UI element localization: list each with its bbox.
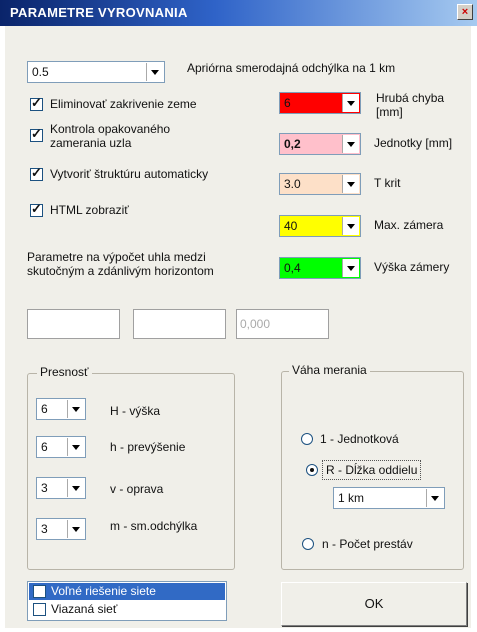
precision-dh-combo[interactable]: 6 xyxy=(36,436,86,458)
precision-v-label: v - oprava xyxy=(110,482,164,496)
checkbox-html[interactable] xyxy=(30,201,43,217)
checkbox-curvature-label: Eliminovať zakrivenie zeme xyxy=(50,97,197,111)
angle-field-2[interactable] xyxy=(133,309,226,339)
list-item-free-network[interactable]: Voľné riešenie siete xyxy=(29,583,225,600)
solution-listbox[interactable]: Voľné riešenie siete Viazaná sieť xyxy=(27,581,227,621)
presnost-title: Presnosť xyxy=(37,365,92,379)
apriori-label: Apriórna smerodajná odchýlka na 1 km xyxy=(187,61,396,75)
apriori-value: 0.5 xyxy=(32,65,49,79)
radio-section-length-label: R - Dĺžka oddielu xyxy=(322,460,422,480)
close-icon[interactable]: × xyxy=(457,4,473,20)
list-item-bound-network-label: Viazaná sieť xyxy=(51,602,118,616)
list-item-free-network-label: Voľné riešenie siete xyxy=(51,584,156,598)
chevron-down-icon[interactable] xyxy=(146,63,163,81)
gross-error-label: Hrubá chyba [mm] xyxy=(376,91,445,119)
gross-error-value: 6 xyxy=(284,96,291,110)
sight-height-value: 0,4 xyxy=(284,261,301,275)
radio-unit-weight-label: 1 - Jednotková xyxy=(320,432,399,446)
angle-field-1[interactable] xyxy=(27,309,120,339)
chevron-down-icon[interactable] xyxy=(342,94,359,112)
checkbox-repeat-control-label: Kontrola opakovaného zamerania uzla xyxy=(50,122,171,150)
vaha-title: Váha merania xyxy=(289,363,370,377)
precision-h-combo[interactable]: 6 xyxy=(36,398,86,420)
chevron-down-icon[interactable] xyxy=(67,479,84,497)
max-sight-value: 40 xyxy=(284,219,298,233)
precision-dh-value: 6 xyxy=(41,440,48,454)
precision-h-label: H - výška xyxy=(110,404,161,418)
t-crit-combo[interactable]: 3.0 xyxy=(279,173,361,195)
checkbox-curvature[interactable] xyxy=(30,95,43,111)
checkbox-free-network[interactable] xyxy=(33,585,46,598)
gross-error-combo[interactable]: 6 xyxy=(279,92,361,114)
t-crit-label: T krit xyxy=(374,176,401,190)
radio-unit-weight[interactable] xyxy=(301,433,313,445)
chevron-down-icon[interactable] xyxy=(342,259,359,277)
max-sight-combo[interactable]: 40 xyxy=(279,215,361,237)
precision-v-value: 3 xyxy=(41,481,48,495)
radio-stops-count[interactable] xyxy=(302,538,314,550)
chevron-down-icon[interactable] xyxy=(342,217,359,235)
units-combo[interactable]: 0,2 xyxy=(279,133,361,155)
units-value: 0,2 xyxy=(284,137,301,151)
angle-field-3[interactable]: 0,000 xyxy=(236,309,329,339)
units-label: Jednotky [mm] xyxy=(374,136,453,150)
sight-height-combo[interactable]: 0,4 xyxy=(279,257,361,279)
precision-m-label: m - sm.odchýlka xyxy=(110,519,198,533)
angle-field-3-value: 0,000 xyxy=(240,317,271,331)
ok-button[interactable]: OK xyxy=(281,582,467,626)
precision-m-value: 3 xyxy=(41,522,48,536)
chevron-down-icon[interactable] xyxy=(342,135,359,153)
precision-v-combo[interactable]: 3 xyxy=(36,477,86,499)
chevron-down-icon[interactable] xyxy=(342,175,359,193)
title-bar: PARAMETRE VYROVNANIA × xyxy=(0,0,477,26)
radio-section-length[interactable] xyxy=(306,464,318,476)
chevron-down-icon[interactable] xyxy=(426,489,443,507)
window-title: PARAMETRE VYROVNANIA xyxy=(10,5,188,20)
list-item-bound-network[interactable]: Viazaná sieť xyxy=(29,601,225,618)
angle-params-label: Parametre na výpočet uhla medzi skutočný… xyxy=(27,250,214,278)
chevron-down-icon[interactable] xyxy=(67,520,84,538)
sight-height-label: Výška zámery xyxy=(374,260,450,274)
precision-dh-label: h - prevýšenie xyxy=(110,440,186,454)
radio-stops-count-label: n - Počet prestáv xyxy=(322,537,413,551)
length-unit-combo[interactable]: 1 km xyxy=(333,487,445,509)
checkbox-bound-network[interactable] xyxy=(33,603,46,616)
precision-h-value: 6 xyxy=(41,402,48,416)
length-unit-value: 1 km xyxy=(338,491,365,505)
checkbox-auto-structure[interactable] xyxy=(30,165,43,181)
checkbox-html-label: HTML zobraziť xyxy=(50,203,129,217)
apriori-combo[interactable]: 0.5 xyxy=(27,61,165,83)
checkbox-repeat-control[interactable] xyxy=(30,126,43,142)
chevron-down-icon[interactable] xyxy=(67,400,84,418)
precision-m-combo[interactable]: 3 xyxy=(36,518,86,540)
chevron-down-icon[interactable] xyxy=(67,438,84,456)
max-sight-label: Max. zámera xyxy=(374,218,444,232)
t-crit-value: 3.0 xyxy=(284,177,301,191)
checkbox-auto-structure-label: Vytvoriť štruktúru automaticky xyxy=(50,167,209,181)
